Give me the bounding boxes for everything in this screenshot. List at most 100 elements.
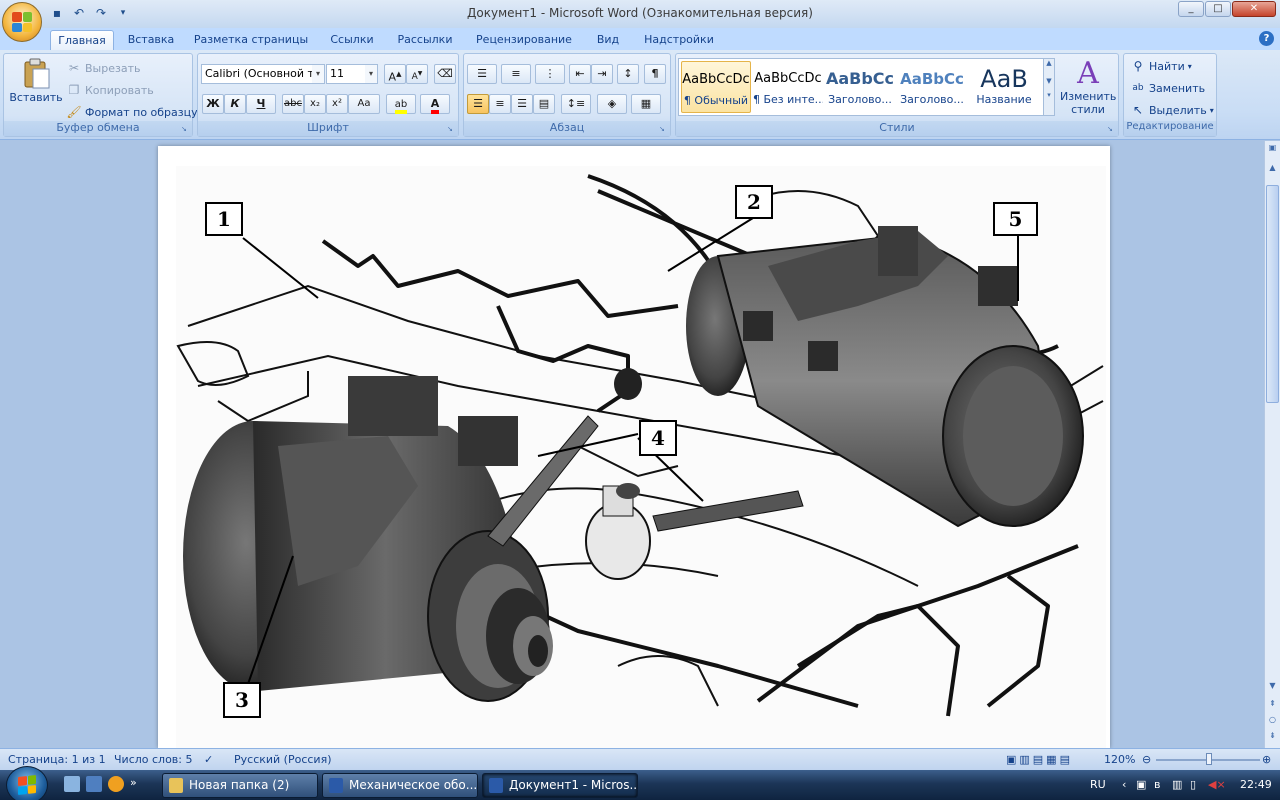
scrollbar-thumb[interactable] [1266, 185, 1279, 403]
bluetooth-icon[interactable]: ʙ [1154, 778, 1160, 791]
start-button[interactable] [6, 766, 48, 800]
decrease-indent-icon[interactable]: ⇤ [569, 64, 591, 84]
zoom-out-icon[interactable]: ⊖ [1142, 753, 1151, 766]
styles-gallery-scroll[interactable]: ▲ ▼ ▾ [1043, 58, 1055, 116]
chevron-down-icon[interactable]: ▼ [1266, 681, 1279, 693]
clear-format-icon[interactable]: ⌫ [434, 64, 456, 84]
change-case-button[interactable]: Aa [348, 94, 380, 114]
document-page[interactable]: 1 2 3 4 5 [158, 146, 1110, 748]
align-right-icon[interactable]: ☰ [511, 94, 533, 114]
help-icon[interactable]: ? [1259, 31, 1274, 46]
shading-icon[interactable]: ◈ [597, 94, 627, 114]
style-heading-1[interactable]: AaBbCc Заголово... [825, 61, 895, 113]
view-buttons[interactable]: ▣▥▤▦▤ [1006, 753, 1073, 766]
dialog-launcher-icon[interactable]: ↘ [447, 125, 456, 134]
dialog-launcher-icon[interactable]: ↘ [1107, 125, 1116, 134]
previous-page-icon[interactable]: ⇞ [1266, 699, 1279, 711]
chevron-up-icon[interactable]: ▲ [1266, 163, 1279, 175]
tab-home[interactable]: Главная [50, 30, 114, 50]
minimize-button[interactable]: _ [1178, 1, 1204, 17]
sort-icon[interactable]: ↕ [617, 64, 639, 84]
zoom-in-icon[interactable]: ⊕ [1262, 753, 1271, 766]
font-color-button[interactable]: A [420, 94, 450, 114]
font-size-combo[interactable]: 11 ▾ [326, 64, 378, 84]
dialog-launcher-icon[interactable]: ↘ [659, 125, 668, 134]
style-title[interactable]: AaB Название [969, 61, 1039, 113]
increase-indent-icon[interactable]: ⇥ [591, 64, 613, 84]
tab-view[interactable]: Вид [590, 30, 626, 50]
language[interactable]: Русский (Россия) [234, 753, 332, 766]
taskbar-item[interactable]: Механическое обо... [322, 773, 478, 798]
window-controls: _ □ ✕ [1178, 1, 1276, 17]
chevron-right-icon[interactable]: » [130, 776, 137, 792]
find-button[interactable]: ⚲ Найти ▾ [1130, 58, 1192, 74]
shrink-font-button[interactable]: A▼ [406, 64, 428, 84]
zoom-slider-knob[interactable] [1206, 753, 1212, 765]
paste-button[interactable]: Вставить [9, 58, 63, 104]
vertical-scrollbar[interactable]: ▣ ▲ ▼ ⇞ ○ ⇟ [1264, 141, 1280, 748]
dropdown-arrow-icon[interactable]: ▾ [312, 65, 324, 83]
multilevel-list-icon[interactable]: ⋮ [535, 64, 565, 84]
strikethrough-button[interactable]: abc [282, 94, 304, 114]
ruler-toggle-icon[interactable]: ▣ [1266, 143, 1279, 155]
tab-mailings[interactable]: Рассылки [392, 30, 458, 50]
borders-icon[interactable]: ▦ [631, 94, 661, 114]
bullets-icon[interactable]: ☰ [467, 64, 497, 84]
copy-button[interactable]: ❐ Копировать [66, 82, 154, 98]
volume-muted-icon[interactable]: ◀× [1208, 778, 1226, 791]
chevron-up-icon[interactable]: ▲ [1044, 59, 1054, 67]
show-marks-button[interactable]: ¶ [644, 64, 666, 84]
battery-icon[interactable]: ▯ [1190, 778, 1196, 791]
office-button[interactable] [2, 2, 42, 42]
highlighter-icon: ab [394, 99, 408, 114]
dialog-launcher-icon[interactable]: ↘ [181, 125, 190, 134]
word-count[interactable]: Число слов: 5 [114, 753, 193, 766]
taskbar-item[interactable]: Новая папка (2) [162, 773, 318, 798]
select-button[interactable]: ↖ Выделить ▾ [1130, 102, 1214, 118]
subscript-button[interactable]: x₂ [304, 94, 326, 114]
dropdown-arrow-icon[interactable]: ▾ [365, 65, 377, 83]
chevron-left-icon[interactable]: ‹ [1122, 778, 1126, 791]
tray-app-icon[interactable]: ▥ [1172, 778, 1182, 791]
zoom-level[interactable]: 120% [1104, 753, 1135, 766]
tab-insert[interactable]: Вставка [122, 30, 180, 50]
underline-button[interactable]: Ч [246, 94, 276, 114]
align-left-icon[interactable]: ☰ [467, 94, 489, 114]
tab-review[interactable]: Рецензирование [470, 30, 578, 50]
line-spacing-icon[interactable]: ↕≡ [561, 94, 591, 114]
page-count[interactable]: Страница: 1 из 1 [8, 753, 106, 766]
grow-font-button[interactable]: A▲ [384, 64, 406, 84]
change-styles-button[interactable]: A Изменить стили [1060, 58, 1116, 117]
italic-button[interactable]: К [224, 94, 246, 114]
more-icon[interactable]: ▾ [1044, 91, 1054, 99]
maximize-button[interactable]: □ [1205, 1, 1231, 17]
media-player-icon[interactable] [108, 776, 124, 792]
close-button[interactable]: ✕ [1232, 1, 1276, 17]
bold-button[interactable]: Ж [202, 94, 224, 114]
next-page-icon[interactable]: ⇟ [1266, 731, 1279, 743]
highlight-button[interactable]: ab [386, 94, 416, 114]
tab-addins[interactable]: Надстройки [638, 30, 720, 50]
network-icon[interactable]: ▣ [1136, 778, 1146, 791]
style-heading-2[interactable]: AaBbCc Заголово... [897, 61, 967, 113]
spell-check-icon[interactable]: ✓ [204, 753, 213, 766]
align-center-icon[interactable]: ≡ [489, 94, 511, 114]
switch-windows-icon[interactable] [86, 776, 102, 792]
numbering-icon[interactable]: ≡ [501, 64, 531, 84]
cut-button[interactable]: ✂ Вырезать [66, 60, 141, 76]
show-desktop-icon[interactable] [64, 776, 80, 792]
taskbar-item-active[interactable]: Документ1 - Micros... [482, 773, 638, 798]
format-painter-button[interactable]: 🖌 Формат по образцу [66, 104, 197, 120]
tab-page-layout[interactable]: Разметка страницы [192, 30, 310, 50]
chevron-down-icon[interactable]: ▼ [1044, 77, 1054, 85]
language-indicator[interactable]: RU [1090, 778, 1106, 791]
tab-references[interactable]: Ссылки [324, 30, 380, 50]
browse-object-icon[interactable]: ○ [1266, 715, 1279, 727]
replace-button[interactable]: ab Заменить [1130, 80, 1205, 96]
superscript-button[interactable]: x² [326, 94, 348, 114]
style-normal[interactable]: AaBbCcDc ¶ Обычный [681, 61, 751, 113]
style-no-spacing[interactable]: AaBbCcDc ¶ Без инте... [753, 61, 823, 113]
font-name-combo[interactable]: Calibri (Основной те ▾ [201, 64, 325, 84]
clock[interactable]: 22:49 [1240, 778, 1272, 791]
justify-icon[interactable]: ▤ [533, 94, 555, 114]
